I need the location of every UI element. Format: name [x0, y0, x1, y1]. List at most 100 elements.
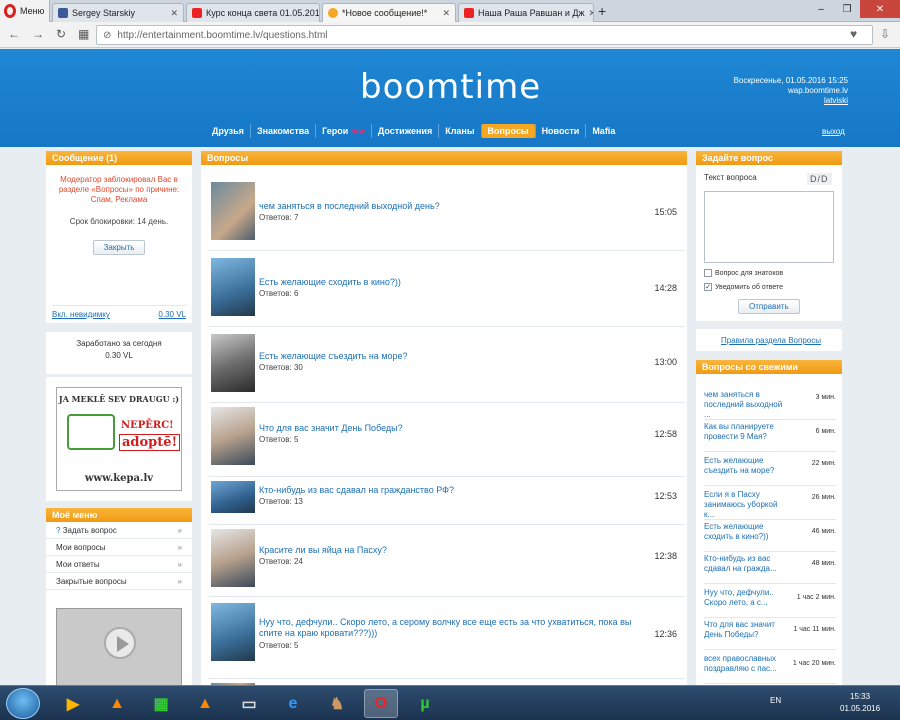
menu-my-questions[interactable]: Мои вопросы »	[46, 539, 192, 556]
notify-checkbox[interactable]: ✓	[704, 283, 712, 291]
tab-boomtime[interactable]: *Новое сообщение!* ✕	[322, 3, 456, 22]
reload-icon[interactable]: ↻	[56, 27, 66, 41]
speed-dial-icon[interactable]: ▦	[78, 27, 89, 41]
fresh-item[interactable]: Кто-нибудь из вас сдавал на гражда... 48 …	[704, 554, 836, 584]
media-player-icon[interactable]: ▶	[56, 689, 90, 718]
nav-mafia[interactable]: Mafia	[585, 124, 621, 138]
minimize-icon[interactable]: –	[808, 0, 834, 18]
experts-checkbox[interactable]	[704, 269, 712, 277]
avatar[interactable]	[211, 529, 255, 587]
internet-explorer-icon[interactable]: e	[276, 689, 310, 718]
logout-link[interactable]: выход	[822, 127, 845, 136]
nav-dating[interactable]: Знакомства	[249, 124, 315, 138]
question-row[interactable]: Что для вас значит День Победы? Ответов:…	[209, 405, 685, 477]
fresh-item[interactable]: Есть желающие сходить в кино?)) 46 мин.	[704, 522, 836, 552]
video-player[interactable]	[56, 608, 182, 685]
question-row[interactable]: Кто-нибудь из вас сдавал на гражданство …	[209, 479, 685, 525]
play-icon[interactable]	[104, 627, 136, 659]
rules-link[interactable]: Правила раздела Вопросы	[696, 336, 846, 345]
question-text[interactable]: Есть желающие съездить на море?	[259, 351, 639, 362]
fresh-item-text[interactable]: Есть желающие сходить в кино?))	[704, 522, 786, 542]
bookmark-heart-icon[interactable]: ♥	[850, 27, 857, 41]
back-icon[interactable]: ←	[8, 27, 20, 41]
nav-clans[interactable]: Кланы	[438, 124, 480, 138]
notify-checkbox-row[interactable]: ✓ Уведомить об ответе	[704, 283, 783, 291]
fresh-item-text[interactable]: Как вы планируете провести 9 Мая?	[704, 422, 786, 442]
tab-close-icon[interactable]: ✕	[589, 8, 594, 19]
nav-news[interactable]: Новости	[534, 124, 586, 138]
avatar[interactable]	[211, 481, 255, 513]
explorer-icon[interactable]: ▭	[232, 689, 266, 718]
question-row[interactable]: Есть желающие съездить на море? Ответов:…	[209, 331, 685, 403]
fresh-item-text[interactable]: Нуу что, дефчули.. Скоро лето, а с...	[704, 588, 786, 608]
start-button[interactable]	[6, 688, 40, 719]
question-text[interactable]: Нуу что, дефчули.. Скоро лето, а серому …	[259, 617, 639, 639]
forward-icon[interactable]: →	[32, 27, 44, 41]
question-text[interactable]: Красите ли вы яйца на Пасху?	[259, 545, 639, 556]
spreadsheet-icon[interactable]: ▦	[144, 689, 178, 718]
avatar[interactable]	[211, 258, 255, 316]
downloads-icon[interactable]: ⇩	[880, 27, 890, 41]
invisible-mode-link[interactable]: Вкл. невидимку	[52, 310, 110, 319]
tab-facebook[interactable]: Sergey Starskiy ✕	[52, 3, 184, 22]
maximize-icon[interactable]: ❐	[834, 0, 860, 18]
opera-taskbar-icon[interactable]: O	[364, 689, 398, 718]
question-row[interactable]: Нуу что, дефчули.. Скоро лето, а серому …	[209, 599, 685, 679]
fresh-item-text[interactable]: Если я в Пасху занимаюсь уборкой к...	[704, 490, 786, 520]
vlc-icon-2[interactable]: ▲	[188, 689, 222, 718]
url-input[interactable]: ⊘ http://entertainment.boomtime.lv/quest…	[96, 25, 873, 45]
fresh-item-text[interactable]: чем заняться в последний выходной ...	[704, 390, 786, 420]
boomtime-logo[interactable]: boomtime	[360, 67, 541, 107]
nav-questions[interactable]: Вопросы	[480, 124, 535, 138]
avatar[interactable]	[211, 603, 255, 661]
fresh-item[interactable]: всех православных поздравляю с пас... 1 ч…	[704, 654, 836, 684]
fresh-item[interactable]: Есть желающие съездить на море? 22 мин.	[704, 456, 836, 486]
fresh-item-text[interactable]: Есть желающие съездить на море?	[704, 456, 786, 476]
question-text[interactable]: Есть желающие сходить в кино?))	[259, 277, 639, 288]
username-link[interactable]: latviski	[734, 96, 848, 106]
question-text[interactable]: чем заняться в последний выходной день?	[259, 201, 639, 212]
utorrent-icon[interactable]: µ	[408, 689, 442, 718]
system-clock[interactable]: 15:33 01.05.2016	[840, 691, 880, 715]
tab-youtube-2[interactable]: Наша Раша Равшан и Дж ✕	[458, 3, 594, 22]
kepa-ad-banner[interactable]: JA MEKLĒ SEV DRAUGU :) NEPĒRC! adoptē! w…	[56, 387, 182, 491]
avatar[interactable]	[211, 334, 255, 392]
experts-checkbox-row[interactable]: Вопрос для знатоков	[704, 269, 783, 277]
fresh-item-text[interactable]: всех православных поздравляю с пас...	[704, 654, 786, 674]
question-textarea[interactable]	[704, 191, 834, 263]
dd-toggle[interactable]: D/D	[807, 173, 832, 185]
tab-close-icon[interactable]: ✕	[170, 8, 178, 19]
opera-menu-button[interactable]: Меню	[0, 0, 50, 22]
send-button[interactable]: Отправить	[738, 299, 800, 314]
language-indicator[interactable]: EN	[770, 696, 781, 705]
wap-link[interactable]: wap.boomtime.lv	[734, 86, 848, 96]
vlc-icon[interactable]: ▲	[100, 689, 134, 718]
question-row[interactable]: Есть желающие сходить в кино?)) Ответов:…	[209, 255, 685, 327]
fresh-item[interactable]: Что для вас значит День Победы? 1 час 11 …	[704, 620, 836, 650]
close-button[interactable]: Закрыть	[92, 240, 146, 255]
question-row[interactable]: Красите ли вы яйца на Пасху? Ответов: 24…	[209, 527, 685, 597]
nav-achievements[interactable]: Достижения	[370, 124, 438, 138]
question-text[interactable]: Что для вас значит День Победы?	[259, 423, 639, 434]
menu-ask-question[interactable]: ? Задать вопрос »	[46, 522, 192, 539]
tab-close-icon[interactable]: ✕	[442, 8, 450, 19]
question-row[interactable]: чем заняться в последний выходной день? …	[209, 179, 685, 251]
new-tab-button[interactable]: +	[598, 3, 606, 19]
fresh-item[interactable]: Если я в Пасху занимаюсь уборкой к... 26 …	[704, 490, 836, 520]
game-icon[interactable]: ♞	[320, 689, 354, 718]
menu-closed-questions[interactable]: Закрытые вопросы »	[46, 573, 192, 590]
close-window-icon[interactable]: ✕	[860, 0, 900, 18]
avatar[interactable]	[211, 182, 255, 240]
fresh-item-text[interactable]: Кто-нибудь из вас сдавал на гражда...	[704, 554, 786, 574]
page-info-icon[interactable]: ⊘	[103, 30, 111, 41]
menu-my-answers[interactable]: Мои ответы »	[46, 556, 192, 573]
nav-friends[interactable]: Друзья	[206, 124, 250, 138]
fresh-item[interactable]: Нуу что, дефчули.. Скоро лето, а с... 1 ч…	[704, 588, 836, 618]
question-text[interactable]: Кто-нибудь из вас сдавал на гражданство …	[259, 485, 639, 496]
tab-youtube-1[interactable]: Курс конца света 01.05.2016 ✕	[186, 3, 320, 22]
nav-heroes[interactable]: Герои NEW	[315, 124, 371, 138]
fresh-item[interactable]: Как вы планируете провести 9 Мая? 6 мин.	[704, 422, 836, 452]
fresh-item[interactable]: чем заняться в последний выходной ... 3 м…	[704, 390, 836, 420]
fresh-item-text[interactable]: Что для вас значит День Победы?	[704, 620, 786, 640]
avatar[interactable]	[211, 407, 255, 465]
